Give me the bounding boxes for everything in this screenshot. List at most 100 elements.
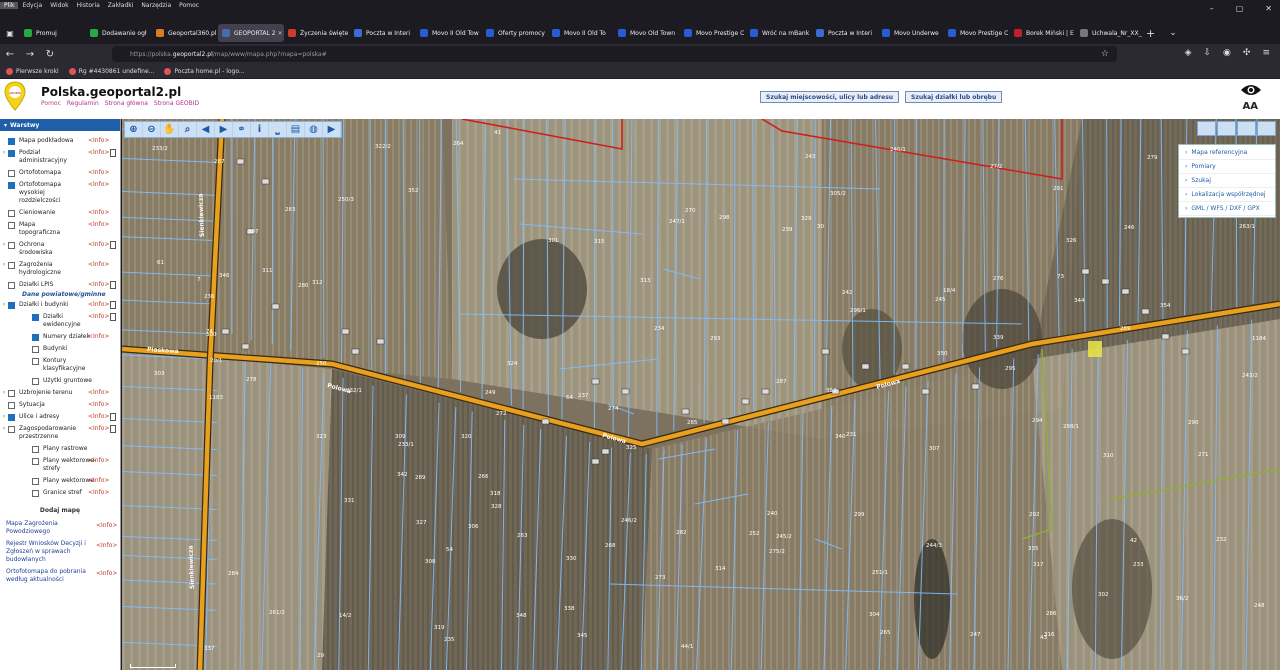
layer-checkbox[interactable] <box>8 210 15 217</box>
map-panel-item[interactable]: › Mapa referencyjna <box>1179 146 1275 160</box>
layer-item[interactable]: Mapa topograficzna <Info> <box>0 219 120 239</box>
pan-hand-icon[interactable]: ✋ <box>161 122 179 137</box>
layer-checkbox[interactable] <box>32 334 39 341</box>
expand-arrow-icon[interactable]: › <box>0 425 8 433</box>
info-icon[interactable]: i <box>251 122 269 137</box>
layer-checkbox[interactable] <box>8 170 15 177</box>
layer-item[interactable]: Budynki <box>0 343 120 355</box>
map-panel-item[interactable]: › Lokalizacja współrzędnej <box>1179 188 1275 202</box>
maximize-icon[interactable]: ▢ <box>1236 4 1244 13</box>
layer-info-link[interactable]: <Info> <box>88 457 109 464</box>
tab-overview-icon[interactable]: ▣ <box>0 29 20 38</box>
expand-arrow-icon[interactable]: › <box>0 389 8 397</box>
layer-item[interactable]: › Ulice i adresy <Info> <box>0 411 120 423</box>
layer-info-link[interactable]: <Info> <box>88 241 109 248</box>
extra-map-item[interactable]: Ortofotomapa do pobrania według aktualno… <box>0 566 120 586</box>
layer-checkbox[interactable] <box>8 138 15 145</box>
map-canvas[interactable]: PiaskowaPolowaPolowaPolowaSienkiewiczaSi… <box>122 119 1280 670</box>
layer-item[interactable]: Ortofotomapa <Info> <box>0 167 120 179</box>
layer-info-link[interactable]: <Info> <box>88 413 109 420</box>
extra-map-item[interactable]: Rejestr Wniosków Decyzji i Zgłoszeń w sp… <box>0 538 120 566</box>
layer-checkbox[interactable] <box>32 378 39 385</box>
layout-split-icon[interactable] <box>1217 121 1236 136</box>
minimize-icon[interactable]: – <box>1210 4 1214 13</box>
close-icon[interactable]: ✕ <box>1265 4 1272 13</box>
browser-tab[interactable]: Movo Prestige C <box>944 24 1010 42</box>
bookmark-star-icon[interactable]: ☆ <box>1101 49 1109 59</box>
reload-icon[interactable]: ↻ <box>40 49 60 60</box>
layer-info-link[interactable]: <Info> <box>88 149 109 156</box>
legend-document-icon[interactable] <box>110 413 116 421</box>
browser-tab[interactable]: Movo II Old Tow <box>416 24 482 42</box>
layer-item[interactable]: Kontury klasyfikacyjne <box>0 355 120 375</box>
layout-right-icon[interactable] <box>1257 121 1276 136</box>
browser-tab[interactable]: Wróć na mBank <box>746 24 812 42</box>
link-icon[interactable]: ⚭ <box>233 122 251 137</box>
layer-item[interactable]: Cieniowanie <Info> <box>0 207 120 219</box>
site-link[interactable]: Regulamin <box>67 100 99 107</box>
menu-item[interactable]: Pomoc <box>175 2 203 9</box>
tab-list-icon[interactable]: ⌄ <box>1169 28 1177 38</box>
url-bar[interactable]: https://polska. geoportal2.pl/map/www/map… <box>112 46 1117 62</box>
layer-checkbox[interactable] <box>32 346 39 353</box>
layer-info-link[interactable]: <Info> <box>88 281 109 288</box>
layer-item[interactable]: › Zagospodarowanie przestrzenne <Info> <box>0 423 120 443</box>
layer-item[interactable]: › Zagrożenia hydrologiczne <Info> <box>0 259 120 279</box>
globe-icon[interactable]: ◍ <box>305 122 323 137</box>
legend-document-icon[interactable] <box>110 281 116 289</box>
browser-tab[interactable]: Życzenia święte <box>284 24 350 42</box>
layer-info-link[interactable]: <Info> <box>88 425 109 432</box>
account-icon[interactable]: ◉ <box>1223 48 1231 58</box>
browser-tab[interactable]: Borek Miński | E <box>1010 24 1076 42</box>
menu-item[interactable]: Historia <box>73 2 104 9</box>
layer-item[interactable]: › Uzbrojenie terenu <Info> <box>0 387 120 399</box>
layer-checkbox[interactable] <box>8 150 15 157</box>
extra-map-info-link[interactable]: <Info> <box>96 542 117 549</box>
legend-document-icon[interactable] <box>110 313 116 321</box>
legend-document-icon[interactable] <box>110 149 116 157</box>
layer-info-link[interactable]: <Info> <box>88 333 109 340</box>
download-icon[interactable]: ⇩ <box>1204 48 1212 58</box>
bookmark-item[interactable]: Poczta home.pl - logo... <box>164 67 245 75</box>
browser-tab[interactable]: Movo II Old To <box>548 24 614 42</box>
layer-item[interactable]: Sytuacja <Info> <box>0 399 120 411</box>
print-icon[interactable]: ▤ <box>287 122 305 137</box>
back-icon[interactable]: ← <box>0 49 20 60</box>
layer-checkbox[interactable] <box>32 478 39 485</box>
site-link[interactable]: Strona GEOBID <box>154 100 199 107</box>
zoom-out-icon[interactable]: ⊖ <box>143 122 161 137</box>
layer-info-link[interactable]: <Info> <box>88 137 109 144</box>
layer-item[interactable]: › Działki i budynki <Info> <box>0 299 120 311</box>
layout-left-icon[interactable] <box>1237 121 1256 136</box>
browser-tab[interactable]: Promuj <box>20 24 86 42</box>
browser-tab[interactable]: Movo Prestige C <box>680 24 746 42</box>
layer-checkbox[interactable] <box>32 490 39 497</box>
bookmark-item[interactable]: Pierwsze kroki <box>6 67 59 75</box>
expand-arrow-icon[interactable]: › <box>0 149 8 157</box>
layer-item[interactable]: Ortofotomapa wysokiej rozdzielczości <Inf… <box>0 179 120 207</box>
layer-item[interactable]: Działki ewidencyjne <Info> <box>0 311 120 331</box>
layer-item[interactable]: Plany rastrowe <box>0 443 120 455</box>
browser-tab[interactable]: Oferty promocy <box>482 24 548 42</box>
layer-info-link[interactable]: <Info> <box>88 489 109 496</box>
layer-checkbox[interactable] <box>8 242 15 249</box>
layer-item[interactable]: Mapa podkładowa <Info> <box>0 135 120 147</box>
layer-info-link[interactable]: <Info> <box>88 389 109 396</box>
browser-tab[interactable]: Poczta w Interi <box>812 24 878 42</box>
expand-arrow-icon[interactable]: › <box>0 241 8 249</box>
bookmark-item[interactable]: Rg #4430861 undefine... <box>68 67 154 75</box>
map-view[interactable]: Piaskowa Polowa Polowa Polowa Sienkiewicza Si… <box>122 119 1280 670</box>
menu-item[interactable]: Narzędzia <box>137 2 175 9</box>
browser-tab[interactable]: Poczta w Interi <box>350 24 416 42</box>
layer-item[interactable]: Granice stref <Info> <box>0 487 120 499</box>
browser-tab[interactable]: Geoportal360.pl <box>152 24 218 42</box>
browser-tab[interactable]: Dodawanie ogł <box>86 24 152 42</box>
layer-info-link[interactable]: <Info> <box>88 477 109 484</box>
layer-item[interactable]: › Ochrona środowiska <Info> <box>0 239 120 259</box>
layer-checkbox[interactable] <box>8 302 15 309</box>
menu-item[interactable]: Zakładki <box>104 2 138 9</box>
browser-tab[interactable]: Movo Old Town <box>614 24 680 42</box>
layer-info-link[interactable]: <Info> <box>88 209 109 216</box>
browser-tab[interactable]: Uchwala_Nr_XX_40 <box>1076 24 1142 42</box>
layers-header[interactable]: ▾ Warstwy <box>0 119 120 131</box>
